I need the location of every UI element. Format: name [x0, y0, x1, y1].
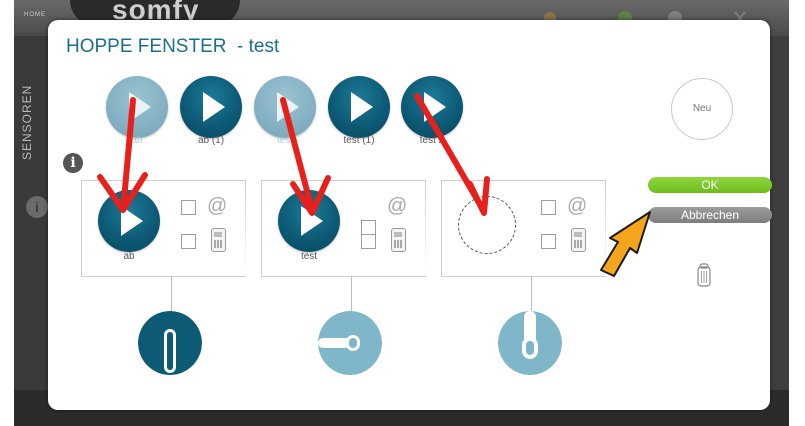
- ok-button[interactable]: OK: [648, 177, 772, 193]
- play-icon: [277, 92, 299, 122]
- play-icon: [121, 206, 143, 236]
- at-sign-icon: @: [387, 195, 408, 217]
- mobile-phone-icon: [571, 228, 586, 252]
- sms-checkbox[interactable]: [541, 234, 556, 249]
- scenario-play-button[interactable]: [328, 76, 390, 138]
- scenario-play-button[interactable]: [106, 76, 168, 138]
- slot-edge: [245, 181, 246, 276]
- slot-connector: [351, 276, 352, 314]
- sms-checkbox[interactable]: [361, 234, 376, 249]
- play-icon: [129, 92, 151, 122]
- email-checkbox[interactable]: [181, 200, 196, 215]
- dialog-title: HOPPE FENSTER - test: [66, 36, 280, 57]
- at-sign-icon: @: [207, 195, 228, 217]
- trash-icon[interactable]: [696, 263, 712, 287]
- scenario-label: test (1): [343, 135, 375, 146]
- scenario-play-button[interactable]: [401, 76, 463, 138]
- scenario-play-button[interactable]: [254, 76, 316, 138]
- mobile-phone-icon: [211, 228, 226, 252]
- play-icon: [351, 92, 373, 122]
- slot-connector: [171, 276, 172, 314]
- email-checkbox[interactable]: [541, 200, 556, 215]
- window-handle-down-icon: [138, 311, 202, 375]
- slot-scenario-label: ab: [123, 251, 135, 262]
- play-icon: [203, 92, 225, 122]
- info-icon[interactable]: i: [63, 153, 83, 173]
- sms-checkbox[interactable]: [181, 234, 196, 249]
- email-checkbox[interactable]: [361, 220, 376, 235]
- window-handle-horizontal-icon: [318, 311, 382, 375]
- slot-edge: [425, 181, 426, 276]
- mobile-phone-icon: [391, 228, 406, 252]
- scenario-label: ab: [131, 135, 143, 146]
- assigned-scenario-button[interactable]: [98, 190, 160, 252]
- background-info-icon: i: [26, 196, 48, 218]
- sidebar-item-sensoren[interactable]: SENSOREN: [20, 85, 34, 160]
- slot-edge: [605, 181, 606, 276]
- empty-scenario-drop-target[interactable]: [458, 196, 516, 254]
- play-icon: [301, 206, 323, 236]
- scenario-play-button[interactable]: [180, 76, 242, 138]
- new-scenario-button[interactable]: Neu: [671, 78, 733, 140]
- cancel-button[interactable]: Abbrechen: [648, 207, 772, 223]
- at-sign-icon: @: [567, 195, 588, 217]
- scenario-label: ab (1): [197, 135, 225, 146]
- scenario-label: test: [276, 135, 294, 146]
- window-handle-up-icon: [498, 311, 562, 375]
- home-label[interactable]: HOME: [24, 12, 46, 18]
- scenario-assignment-dialog: HOPPE FENSTER - test ab ab (1) test test…: [48, 20, 772, 410]
- slot-scenario-label: test: [300, 251, 318, 262]
- assigned-scenario-button[interactable]: [278, 190, 340, 252]
- play-icon: [424, 92, 446, 122]
- slot-connector: [531, 276, 532, 314]
- scenario-label: test 2: [419, 135, 445, 146]
